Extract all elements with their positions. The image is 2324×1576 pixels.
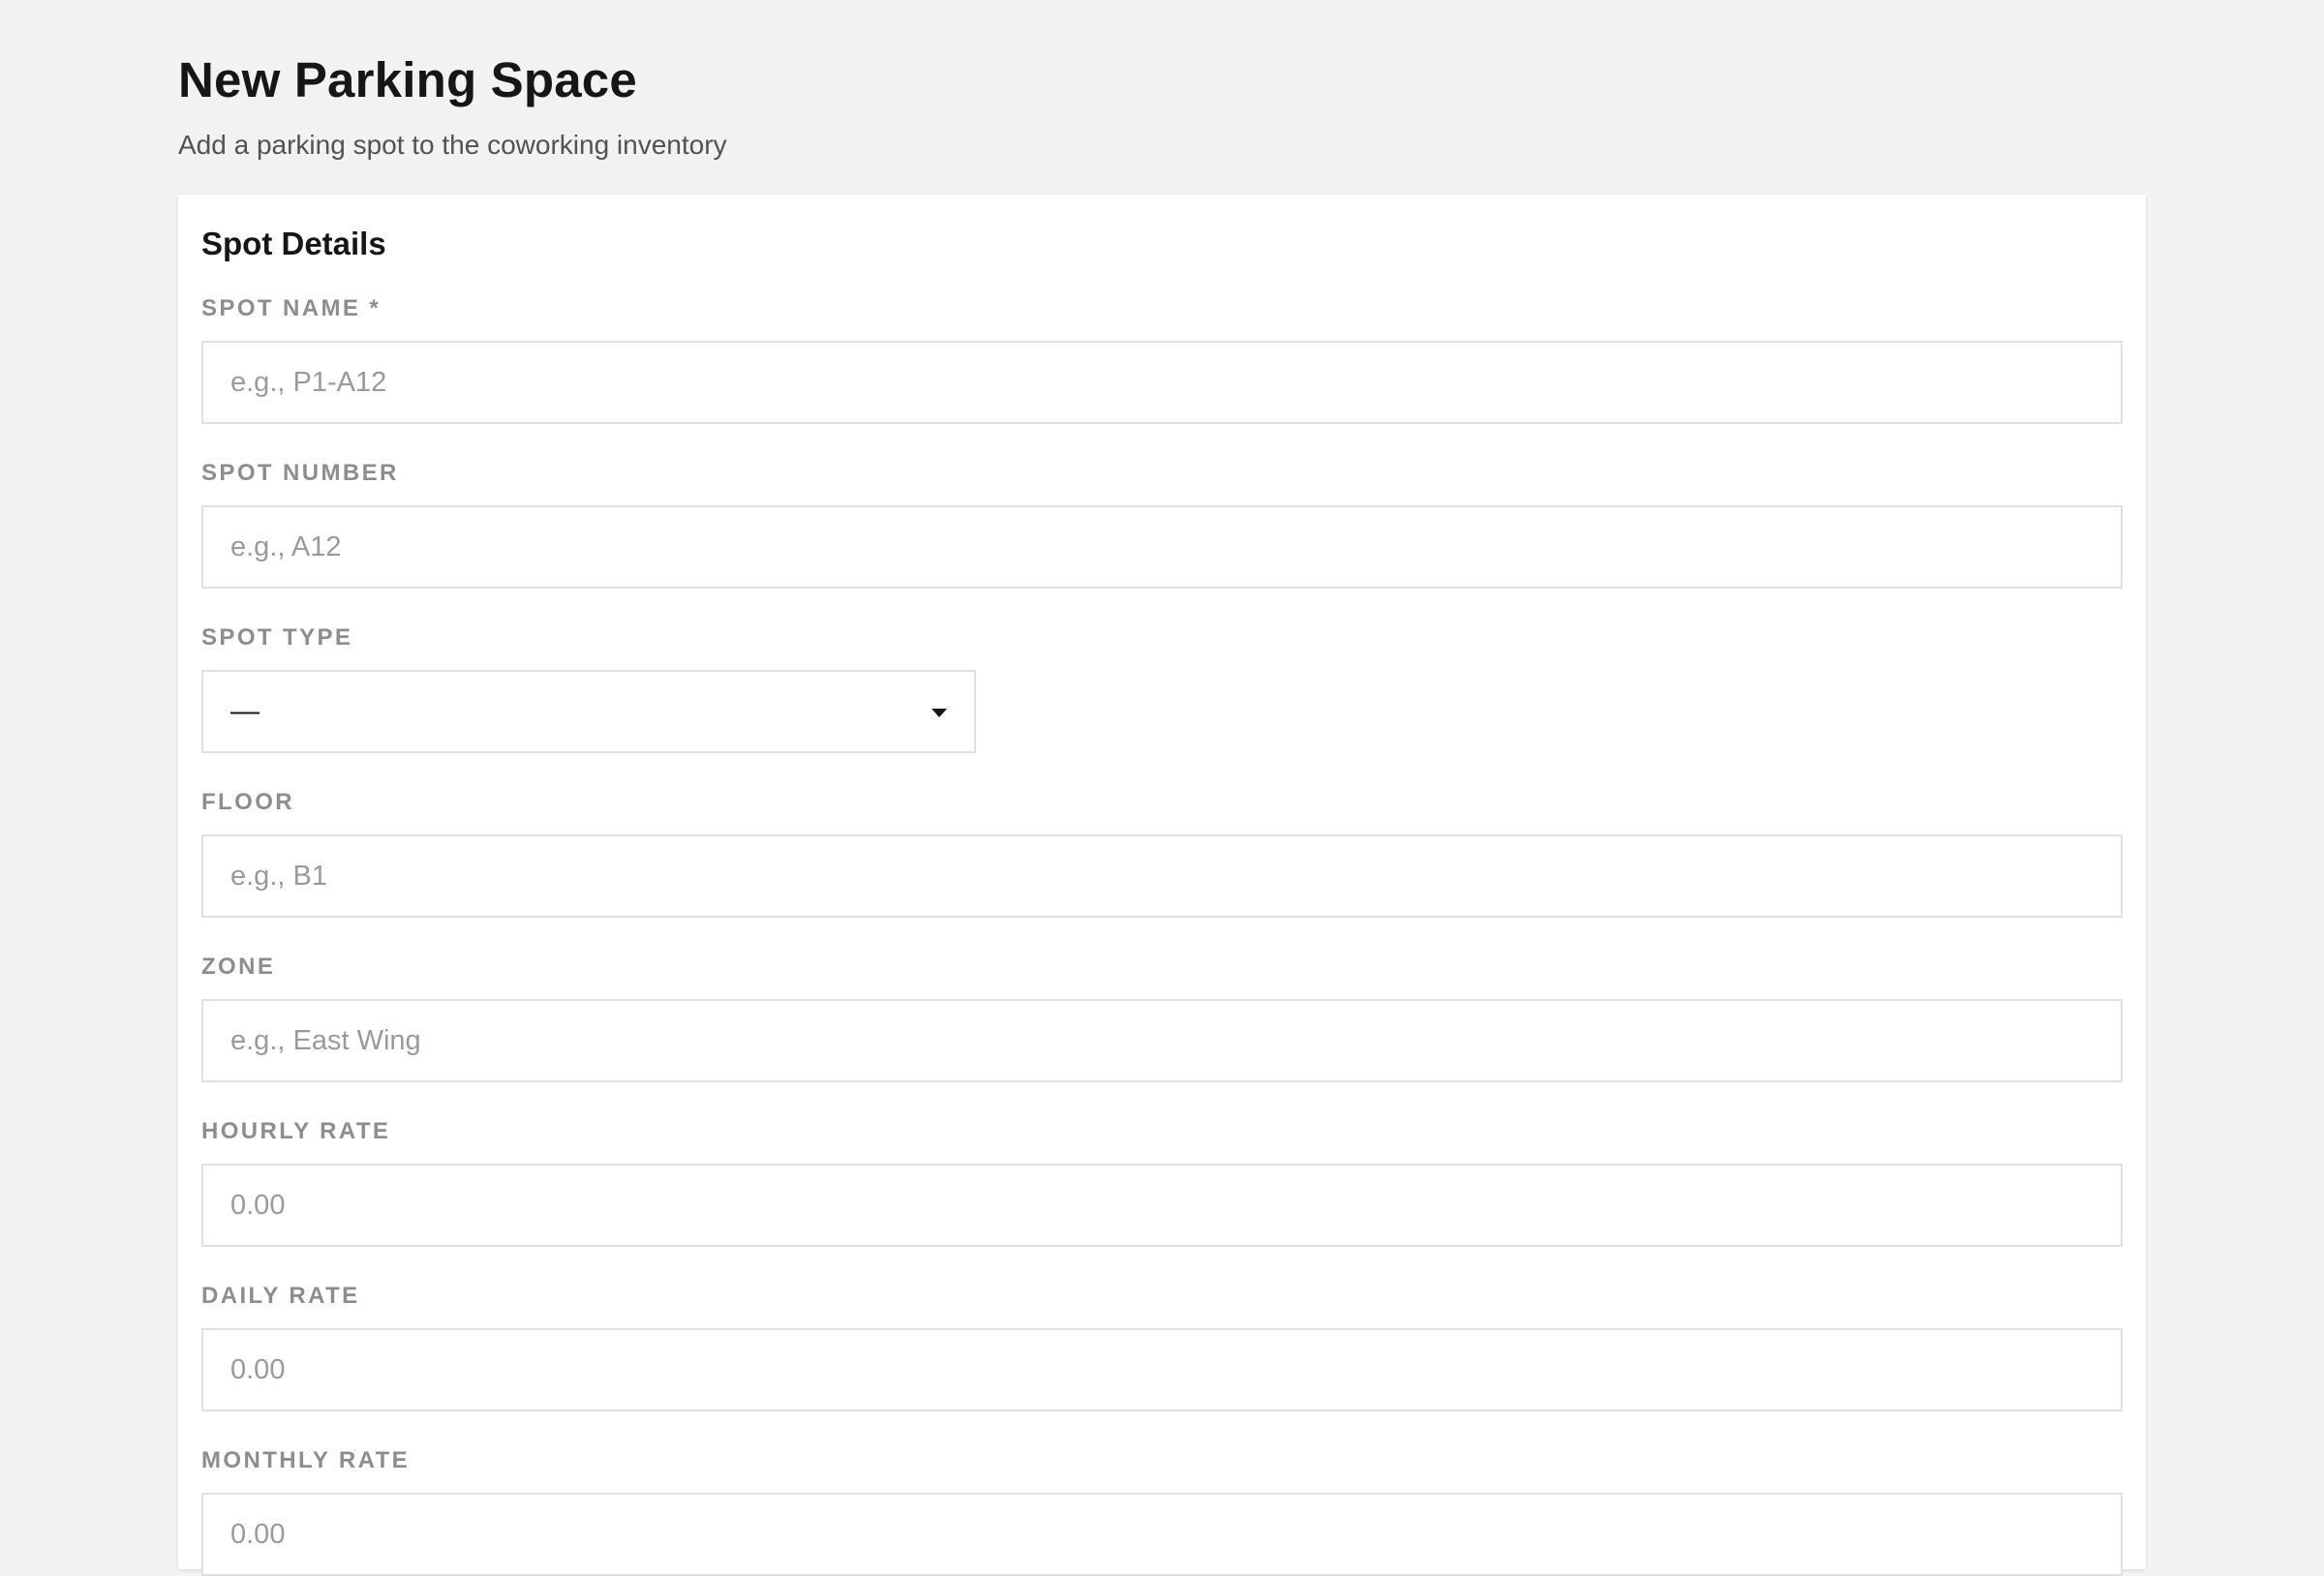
daily-rate-input[interactable] bbox=[201, 1328, 2123, 1411]
zone-label: ZONE bbox=[201, 954, 276, 980]
section-title: Spot Details bbox=[201, 226, 386, 261]
page-title: New Parking Space bbox=[178, 52, 637, 107]
spot-name-input[interactable] bbox=[201, 341, 2123, 424]
hourly-rate-label: HOURLY RATE bbox=[201, 1118, 391, 1144]
spot-details-card: Spot Details SPOT NAME * SPOT NUMBER SPO… bbox=[178, 195, 2146, 1576]
spot-type-select[interactable]: — bbox=[201, 670, 976, 753]
spot-name-label: SPOT NAME * bbox=[201, 295, 382, 321]
spot-type-label: SPOT TYPE bbox=[201, 624, 353, 651]
hourly-rate-input[interactable] bbox=[201, 1164, 2123, 1247]
page-subtitle: Add a parking spot to the coworking inve… bbox=[178, 130, 727, 160]
caret-down-icon bbox=[932, 709, 947, 717]
monthly-rate-label: MONTHLY RATE bbox=[201, 1447, 411, 1473]
spot-number-label: SPOT NUMBER bbox=[201, 460, 399, 486]
monthly-rate-input[interactable] bbox=[201, 1493, 2123, 1576]
spot-number-input[interactable] bbox=[201, 505, 2123, 589]
daily-rate-label: DAILY RATE bbox=[201, 1283, 360, 1309]
page: New Parking Space Add a parking spot to … bbox=[0, 0, 2324, 1576]
spot-type-selected-value: — bbox=[230, 695, 260, 727]
floor-label: FLOOR bbox=[201, 789, 294, 815]
zone-input[interactable] bbox=[201, 999, 2123, 1082]
floor-input[interactable] bbox=[201, 834, 2123, 918]
